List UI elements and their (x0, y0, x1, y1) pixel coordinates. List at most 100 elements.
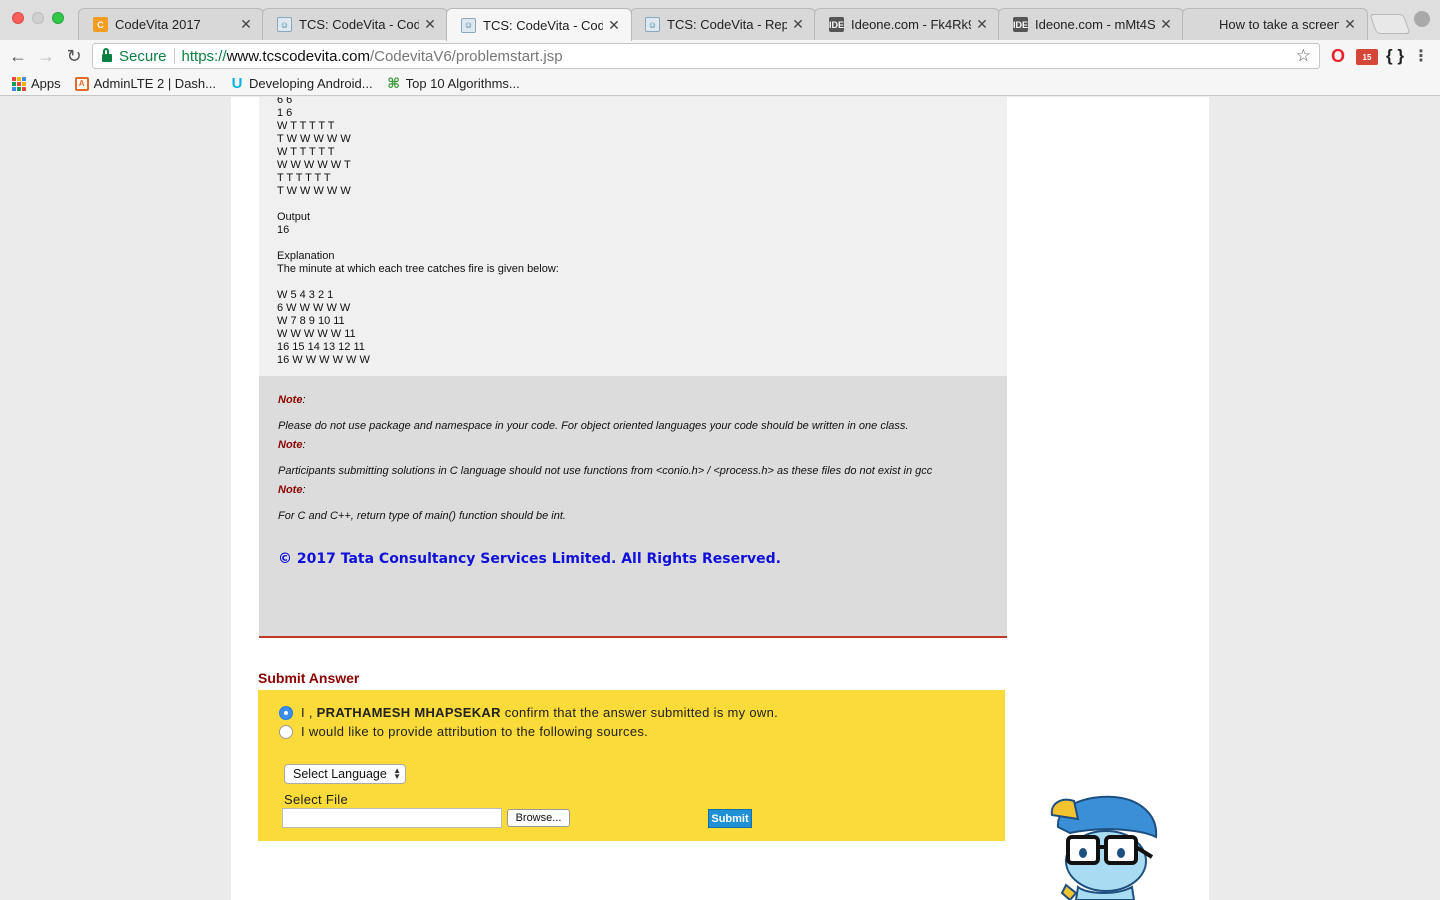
browser-tab[interactable]: IDE Ideone.com - Fk4Rk9 ✕ (814, 8, 1000, 40)
udacity-icon: U (231, 75, 243, 92)
tab-title: Ideone.com - Fk4Rk9 (851, 17, 971, 32)
close-tab-icon[interactable]: ✕ (239, 16, 253, 33)
secure-label: Secure (119, 47, 167, 65)
bookmark-android[interactable]: U Developing Android... (230, 75, 373, 92)
bookmark-algorithms[interactable]: ⌘ Top 10 Algorithms... (387, 75, 520, 91)
more-menu-icon[interactable]: ⋮ (1413, 46, 1429, 66)
browser-tab-active[interactable]: ☺ TCS: CodeVita - Coding ✕ (446, 8, 632, 41)
back-arrow-icon[interactable]: ← (6, 44, 30, 68)
bookmark-label: Top 10 Algorithms... (405, 76, 520, 91)
attribution-radio[interactable] (279, 724, 293, 739)
bookmarks-bar: Apps A AdminLTE 2 | Dash... U Developing… (0, 72, 1440, 96)
tab-title: Ideone.com - mMt4S2 (1035, 17, 1155, 32)
bookmark-label: Apps (31, 76, 61, 91)
browser-tab[interactable]: ☺ TCS: CodeVita - Coding ✕ (262, 8, 448, 40)
ideone-icon: IDE (829, 17, 844, 32)
own-work-option[interactable]: I , PRATHAMESH MHAPSEKAR confirm that th… (279, 705, 778, 720)
browser-tab[interactable]: How to take a screensh ✕ (1182, 8, 1368, 40)
mail-count-badge: 15 (1362, 52, 1372, 62)
submit-button[interactable]: Submit (708, 809, 752, 828)
browser-tab[interactable]: C CodeVita 2017 ✕ (78, 8, 264, 40)
ideone-icon: IDE (1013, 17, 1028, 32)
participant-name: PRATHAMESH MHAPSEKAR (316, 705, 501, 720)
tab-title: TCS: CodeVita - Report (667, 17, 787, 32)
close-tab-icon[interactable]: ✕ (1343, 16, 1357, 33)
note: Note: Participants submitting solutions … (278, 439, 989, 478)
note-heading: Note (278, 439, 303, 451)
explanation-line: W W W W W 11 (277, 328, 356, 340)
explanation-heading: Explanation (277, 250, 335, 262)
explanation-text: The minute at which each tree catches fi… (277, 263, 559, 275)
bookmark-star-icon[interactable]: ☆ (1296, 46, 1311, 66)
input-line: W W W W W T (277, 159, 351, 171)
file-path-input[interactable] (282, 808, 502, 828)
url-scheme: https:// (181, 47, 227, 65)
tab-title: CodeVita 2017 (115, 17, 201, 32)
close-tab-icon[interactable]: ✕ (791, 16, 805, 33)
explanation-line: W 5 4 3 2 1 (277, 289, 334, 301)
close-window-button[interactable] (12, 12, 24, 24)
bookmark-label: AdminLTE 2 | Dash... (93, 76, 216, 91)
json-extension-label: { } (1386, 46, 1404, 65)
content-container: 6 6 1 6 W T T T T T T W W W W W W T T T … (231, 97, 1209, 900)
input-line: 1 6 (277, 107, 293, 119)
mascot-illustration (1050, 795, 1158, 900)
json-extension-icon[interactable]: { } (1384, 46, 1406, 66)
tab-title: TCS: CodeVita - Coding (483, 17, 603, 33)
lock-icon (102, 48, 112, 62)
address-bar[interactable]: Secure https:// www.tcscodevita.com /Cod… (92, 43, 1320, 69)
input-line: W T T T T T (277, 120, 335, 132)
maximize-window-button[interactable] (52, 12, 64, 24)
browser-tab[interactable]: ☺ TCS: CodeVita - Report ✕ (630, 8, 816, 40)
new-tab-button[interactable] (1369, 14, 1411, 34)
algorithms-icon: ⌘ (387, 75, 401, 91)
close-tab-icon[interactable]: ✕ (607, 17, 621, 34)
submit-answer-form: I , PRATHAMESH MHAPSEKAR confirm that th… (258, 690, 1005, 841)
note-text: Participants submitting solutions in C l… (278, 465, 933, 477)
explanation-line: 6 W W W W W (277, 302, 351, 314)
profile-icon[interactable] (1414, 11, 1430, 27)
close-tab-icon[interactable]: ✕ (423, 16, 437, 33)
language-select-value: Select Language (293, 767, 387, 781)
forward-arrow-icon[interactable]: → (34, 44, 58, 68)
browser-toolbar: ← → ↻ Secure https:// www.tcscodevita.co… (0, 40, 1440, 72)
url-host: www.tcscodevita.com (226, 47, 370, 65)
browser-tab[interactable]: IDE Ideone.com - mMt4S2 ✕ (998, 8, 1184, 40)
language-select[interactable]: Select Language ▲ ▼ (284, 764, 406, 784)
output-heading: Output (277, 211, 311, 223)
close-tab-icon[interactable]: ✕ (975, 16, 989, 33)
tab-title: How to take a screensh (1219, 17, 1339, 32)
bookmark-apps[interactable]: Apps (12, 76, 61, 91)
url-path: /CodevitaV6/problemstart.jsp (369, 47, 563, 65)
bookmark-adminlte[interactable]: A AdminLTE 2 | Dash... (74, 76, 216, 91)
reload-icon[interactable]: ↻ (62, 44, 86, 68)
tcs-icon: ☺ (645, 17, 660, 32)
select-file-label: Select File (284, 792, 348, 807)
copyright-text: © 2017 Tata Consultancy Services Limited… (278, 551, 781, 567)
browse-button[interactable]: Browse... (507, 809, 570, 827)
note-heading: Note (278, 484, 303, 496)
explanation-line: 16 15 14 13 12 11 (277, 341, 365, 353)
explanation-line: W 7 8 9 10 11 (277, 315, 345, 327)
note: Note: For C and C++, return type of main… (278, 484, 989, 523)
bookmark-label: Developing Android... (249, 76, 373, 91)
opera-extension-icon[interactable]: O (1329, 46, 1347, 66)
minimize-window-button[interactable] (32, 12, 44, 24)
close-tab-icon[interactable]: ✕ (1159, 16, 1173, 33)
apple-icon (1197, 17, 1212, 32)
page-viewport[interactable]: 6 6 1 6 W T T T T T T W W W W W W T T T … (0, 97, 1440, 900)
explanation-line: 16 W W W W W W (277, 354, 370, 366)
input-line: T T T T T T (277, 172, 331, 184)
own-work-radio[interactable] (279, 705, 293, 720)
note-text: Please do not use package and namespace … (278, 420, 909, 432)
input-line: W T T T T T (277, 146, 335, 158)
attribution-label: I would like to provide attribution to t… (301, 724, 649, 739)
problem-statement: 6 6 1 6 W T T T T T T W W W W W W T T T … (259, 97, 1007, 376)
note-heading: Note (278, 394, 303, 406)
input-line: T W W W W W (277, 133, 351, 145)
select-arrows-icon: ▲ ▼ (393, 766, 401, 781)
mail-extension-icon[interactable]: 15 (1356, 49, 1378, 65)
input-line: T W W W W W (277, 185, 351, 197)
attribution-option[interactable]: I would like to provide attribution to t… (279, 724, 648, 739)
input-line: 6 6 (277, 97, 293, 106)
